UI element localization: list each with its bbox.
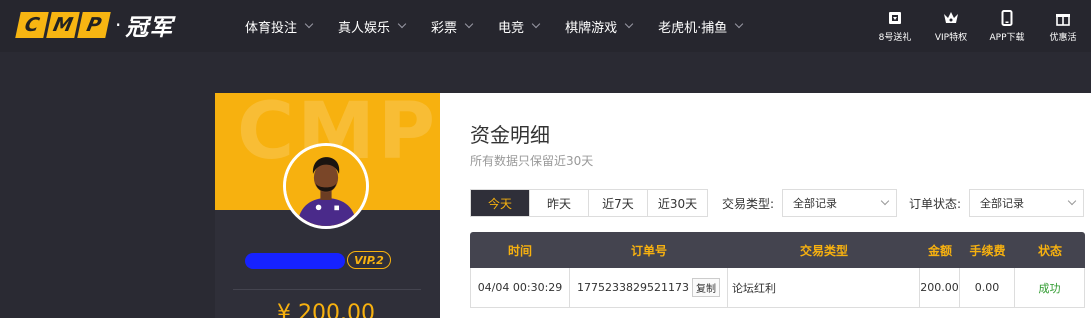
nav-slots-fishing[interactable]: 老虎机·捕鱼 <box>658 16 744 36</box>
phone-icon <box>1001 10 1013 26</box>
column-header-trade-type: 交易类型 <box>799 243 848 258</box>
chevron-down-icon <box>624 19 634 29</box>
tab-today[interactable]: 今天 <box>471 190 530 216</box>
vip-level-badge: VIP.2 <box>347 251 391 269</box>
main-nav: 体育投注 真人娱乐 彩票 电竞 棋牌游戏 老虎机·捕鱼 <box>245 16 768 36</box>
divider <box>233 289 421 290</box>
tab-last-7-days[interactable]: 近7天 <box>589 190 648 216</box>
cell-order-no: 1775233829521173 复制 <box>570 268 728 307</box>
vip-privileges-link[interactable]: VIP特权 <box>923 10 979 43</box>
ticket-icon <box>889 12 901 24</box>
trade-type-select[interactable]: 全部记录 <box>782 189 897 217</box>
column-header-status: 状态 <box>1037 243 1062 258</box>
order-status-select[interactable]: 全部记录 <box>969 189 1084 217</box>
copy-button[interactable]: 复制 <box>691 278 720 297</box>
chevron-down-icon <box>880 196 890 206</box>
chevron-down-icon <box>531 19 541 29</box>
trade-type-label: 交易类型: <box>722 197 775 211</box>
trade-type-value: 全部记录 <box>793 197 837 210</box>
cell-amount: 200.00 <box>920 268 960 307</box>
cell-trade-type: 论坛红利 <box>728 268 920 307</box>
table-row: 04/04 00:30:29 1775233829521173 复制 论坛红利 … <box>470 268 1085 308</box>
app-download-link[interactable]: APP下载 <box>979 10 1035 43</box>
nav-label: 老虎机·捕鱼 <box>658 20 728 36</box>
chevron-down-icon <box>464 19 474 29</box>
gift-icon <box>1056 14 1070 26</box>
logo-letter-m: M <box>46 12 80 38</box>
column-header-fee: 手续费 <box>969 243 1006 258</box>
cmp-logo[interactable]: C M P · 冠军 <box>15 10 174 41</box>
nav-label: 电竞 <box>498 20 525 36</box>
nav-label: 体育投注 <box>245 20 298 36</box>
avatar[interactable] <box>283 143 369 229</box>
app-download-label: APP下载 <box>989 33 1025 43</box>
order-number: 1775233829521173 <box>577 281 689 294</box>
header-quick-links: 8号送礼 VIP特权 APP下载 优惠活 <box>867 10 1091 43</box>
cell-time: 04/04 00:30:29 <box>471 268 570 307</box>
logo-letters: C M P <box>15 12 111 38</box>
nav-live-casino[interactable]: 真人娱乐 <box>338 16 407 36</box>
order-status-label: 订单状态: <box>909 197 962 211</box>
gift-day-link[interactable]: 8号送礼 <box>867 10 923 43</box>
page-subtitle: 所有数据只保留近30天 <box>470 154 594 168</box>
column-header-time: 时间 <box>507 243 532 258</box>
nav-label: 彩票 <box>431 20 458 36</box>
table-header: 时间 订单号 交易类型 金额 手续费 状态 <box>470 232 1085 268</box>
top-navigation-bar: C M P · 冠军 体育投注 真人娱乐 彩票 电竞 棋牌游戏 老虎机·捕鱼 8… <box>0 0 1091 52</box>
crown-icon <box>944 12 958 23</box>
fund-details-panel: 资金明细 所有数据只保留近30天 今天 昨天 近7天 近30天 交易类型: 全部… <box>440 93 1091 318</box>
nav-esports[interactable]: 电竞 <box>498 16 541 36</box>
page-title: 资金明细 <box>470 123 550 147</box>
gift-day-label: 8号送礼 <box>878 33 912 43</box>
tab-yesterday[interactable]: 昨天 <box>530 190 589 216</box>
logo-text: 冠军 <box>125 15 174 41</box>
profile-card: CMP VIP.2 ¥ 200.00 <box>215 93 440 318</box>
chevron-down-icon <box>397 19 407 29</box>
tab-last-30-days[interactable]: 近30天 <box>648 190 707 216</box>
cell-status: 成功 <box>1038 281 1061 295</box>
promotions-label: 优惠活 <box>1049 33 1077 43</box>
chevron-down-icon <box>1067 196 1077 206</box>
nav-label: 真人娱乐 <box>338 20 391 36</box>
promotions-link[interactable]: 优惠活 <box>1035 10 1091 43</box>
transactions-table: 时间 订单号 交易类型 金额 手续费 状态 04/04 00:30:29 177… <box>470 232 1085 308</box>
username-redacted <box>245 253 345 269</box>
logo-dot: · <box>115 13 122 37</box>
order-status-value: 全部记录 <box>980 197 1024 210</box>
nav-card-games[interactable]: 棋牌游戏 <box>565 16 634 36</box>
player-avatar-image <box>286 146 366 226</box>
vip-privileges-label: VIP特权 <box>934 33 968 43</box>
logo-letter-p: P <box>77 12 111 38</box>
nav-sports[interactable]: 体育投注 <box>245 16 314 36</box>
column-header-amount: 金额 <box>927 243 952 258</box>
chevron-down-icon <box>304 19 314 29</box>
account-balance: ¥ 200.00 <box>277 301 375 318</box>
nav-lottery[interactable]: 彩票 <box>431 16 474 36</box>
nav-label: 棋牌游戏 <box>565 20 618 36</box>
column-header-order-no: 订单号 <box>630 243 667 258</box>
chevron-down-icon <box>734 19 744 29</box>
cell-fee: 0.00 <box>960 268 1015 307</box>
logo-letter-c: C <box>15 12 49 38</box>
date-range-tabs: 今天 昨天 近7天 近30天 <box>470 189 708 217</box>
